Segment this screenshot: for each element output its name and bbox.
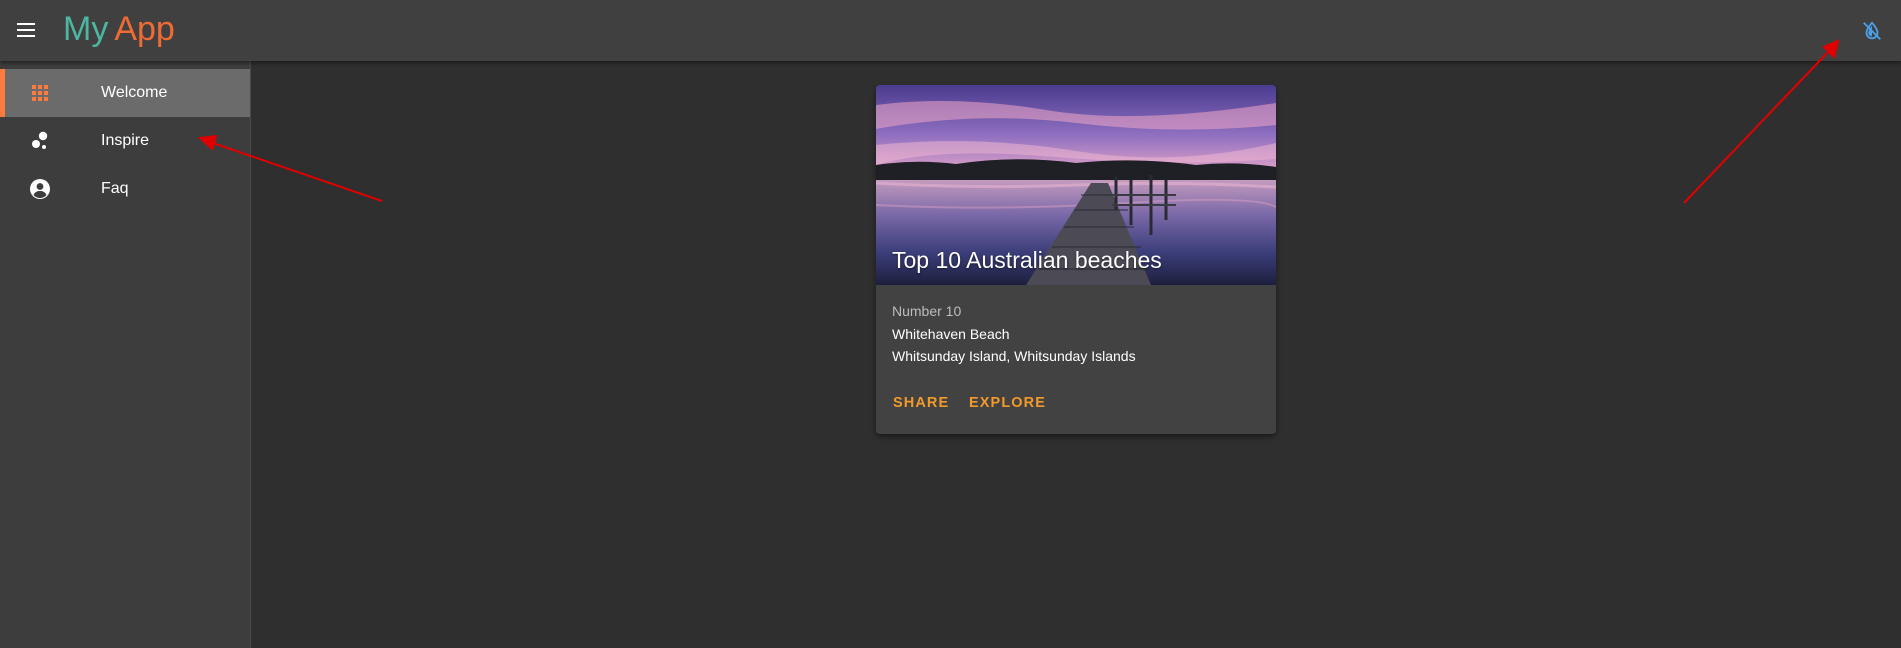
beach-card: Top 10 Australian beaches Number 10 Whit…	[876, 85, 1276, 434]
theme-toggle-button[interactable]	[1854, 13, 1890, 49]
app-title-part1: My	[63, 10, 109, 48]
card-title: Top 10 Australian beaches	[892, 247, 1162, 273]
sidebar-item-inspire[interactable]: Inspire	[0, 117, 250, 165]
sidebar-item-label: Faq	[101, 180, 129, 197]
invert-colors-icon	[1863, 21, 1881, 40]
card-line-1: Whitehaven Beach	[892, 326, 1010, 342]
account-circle-icon	[29, 178, 51, 200]
app-title: My App	[63, 8, 175, 50]
app-bar: My App	[0, 0, 1901, 61]
sidebar-item-label: Inspire	[101, 132, 150, 149]
menu-icon	[17, 23, 35, 37]
card-line-2: Whitsunday Island, Whitsunday Islands	[892, 348, 1136, 364]
active-indicator	[0, 69, 5, 117]
card-image: Top 10 Australian beaches	[876, 85, 1276, 285]
navigation-drawer: Welcome Inspire Faq	[0, 61, 251, 648]
explore-button[interactable]: EXPLORE	[969, 395, 1046, 411]
app-title-part2: App	[114, 10, 175, 48]
annotation-arrow-theme	[1683, 49, 1831, 204]
apps-grid-icon	[29, 82, 51, 104]
bubble-chart-icon	[29, 130, 51, 152]
card-subtitle: Number 10	[892, 303, 962, 319]
share-button[interactable]: SHARE	[893, 395, 949, 411]
sidebar-item-faq[interactable]: Faq	[0, 165, 250, 213]
sidebar-item-welcome[interactable]: Welcome	[0, 69, 250, 117]
menu-button[interactable]	[8, 12, 44, 48]
sidebar-item-label: Welcome	[101, 84, 168, 101]
